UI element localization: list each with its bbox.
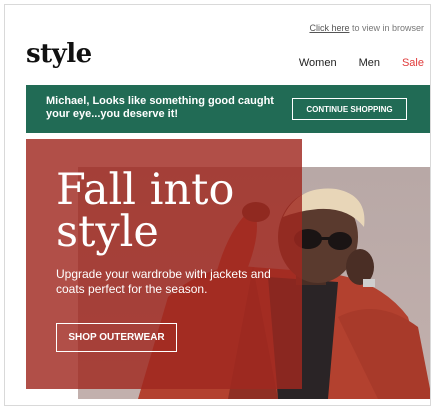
nav-women[interactable]: Women	[299, 57, 337, 69]
banner-message: Michael, Looks like something good caugh…	[46, 95, 274, 120]
hero-overlay: Fall into style Upgrade your wardrobe wi…	[26, 139, 302, 389]
email-frame: Click here to view in browser style Wome…	[4, 4, 431, 406]
main-nav: Women Men Sale	[299, 57, 424, 69]
hero-section: Fall into style Upgrade your wardrobe wi…	[26, 139, 430, 405]
hero-title: Fall into style	[56, 165, 235, 257]
nav-men[interactable]: Men	[359, 57, 380, 69]
hero-subtitle: Upgrade your wardrobe with jackets and c…	[56, 267, 271, 296]
brand-logo[interactable]: style	[26, 39, 92, 69]
view-in-browser: Click here to view in browser	[309, 23, 424, 33]
personal-banner: Michael, Looks like something good caugh…	[26, 85, 430, 133]
view-in-browser-suffix: to view in browser	[349, 23, 424, 33]
view-in-browser-link[interactable]: Click here	[309, 23, 349, 33]
shop-outerwear-button[interactable]: SHOP OUTERWEAR	[56, 323, 177, 352]
nav-sale[interactable]: Sale	[402, 57, 424, 69]
continue-shopping-button[interactable]: CONTINUE SHOPPING	[292, 98, 407, 120]
